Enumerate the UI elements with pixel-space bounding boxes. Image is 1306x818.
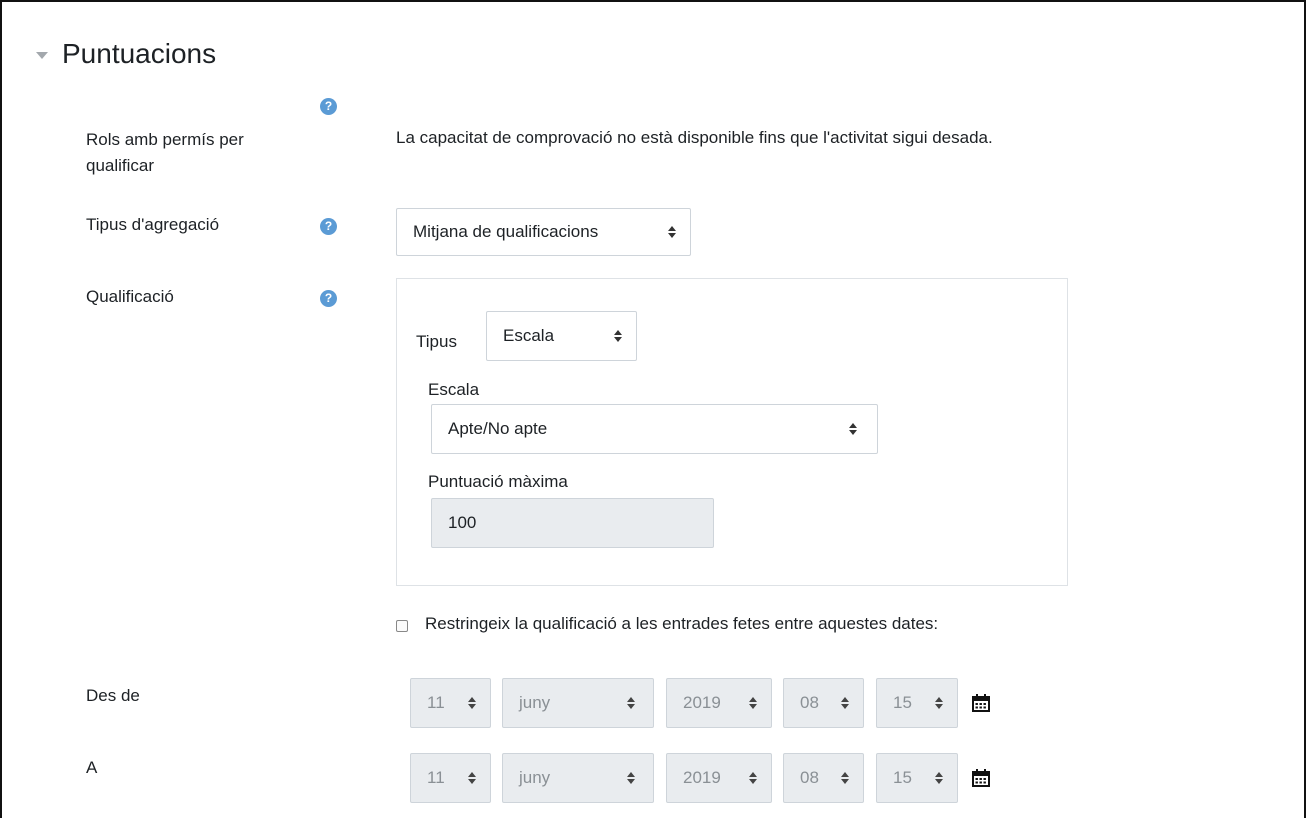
section-header-puntuacions[interactable]: Puntuacions — [36, 38, 216, 70]
from-year-select[interactable]: 2019 — [666, 678, 772, 728]
select-arrows-icon — [468, 697, 476, 709]
select-arrows-icon — [849, 423, 857, 435]
from-hour-select[interactable]: 08 — [783, 678, 864, 728]
to-month-value: juny — [519, 768, 551, 787]
grade-help-icon[interactable]: ? — [320, 290, 337, 307]
roles-label-line1: Rols amb permís per — [86, 130, 244, 149]
to-year-select[interactable]: 2019 — [666, 753, 772, 803]
max-grade-input[interactable]: 100 — [431, 498, 714, 548]
aggregation-select-value: Mitjana de qualificacions — [413, 222, 599, 241]
to-day-select[interactable]: 11 — [410, 753, 491, 803]
to-day-value: 11 — [427, 768, 445, 787]
select-arrows-icon — [749, 772, 757, 784]
to-year-value: 2019 — [683, 768, 721, 787]
from-minute-select[interactable]: 15 — [876, 678, 958, 728]
section-title: Puntuacions — [62, 38, 217, 69]
select-arrows-icon — [627, 697, 635, 709]
from-hour-value: 08 — [800, 693, 819, 712]
select-arrows-icon — [841, 697, 849, 709]
grade-label: Qualificació — [86, 287, 174, 306]
from-day-select[interactable]: 11 — [410, 678, 491, 728]
calendar-icon[interactable] — [972, 694, 990, 712]
scale-value: Apte/No apte — [448, 419, 548, 438]
aggregation-label: Tipus d'agregació — [86, 215, 220, 234]
roles-info-text: La capacitat de comprovació no està disp… — [396, 128, 993, 147]
scale-label: Escala — [428, 380, 480, 399]
to-minute-value: 15 — [893, 768, 912, 787]
from-date-label: Des de — [86, 686, 140, 705]
select-arrows-icon — [668, 226, 676, 238]
scale-select[interactable]: Apte/No apte — [431, 404, 878, 454]
to-date-label: A — [86, 758, 98, 777]
select-arrows-icon — [627, 772, 635, 784]
max-grade-value: 100 — [448, 513, 477, 532]
from-month-select[interactable]: juny — [502, 678, 654, 728]
restrict-dates-label[interactable]: Restringeix la qualificació a les entrad… — [425, 614, 938, 634]
aggregation-help-icon[interactable]: ? — [320, 218, 337, 235]
to-month-select[interactable]: juny — [502, 753, 654, 803]
grade-type-value: Escala — [503, 326, 555, 345]
select-arrows-icon — [841, 772, 849, 784]
from-minute-value: 15 — [893, 693, 912, 712]
collapse-caret-icon[interactable] — [36, 51, 48, 59]
select-arrows-icon — [468, 772, 476, 784]
restrict-dates-checkbox[interactable] — [396, 620, 408, 632]
roles-label: Rols amb permís per qualificar — [86, 127, 244, 179]
from-month-value: juny — [519, 693, 551, 712]
from-day-value: 11 — [427, 693, 445, 712]
select-arrows-icon — [935, 697, 943, 709]
roles-label-line2: qualificar — [86, 156, 155, 175]
to-hour-select[interactable]: 08 — [783, 753, 864, 803]
select-arrows-icon — [935, 772, 943, 784]
to-minute-select[interactable]: 15 — [876, 753, 958, 803]
max-grade-label: Puntuació màxima — [428, 472, 568, 491]
to-hour-value: 08 — [800, 768, 819, 787]
grade-type-select[interactable]: Escala — [486, 311, 637, 361]
calendar-icon[interactable] — [972, 769, 990, 787]
select-arrows-icon — [749, 697, 757, 709]
select-arrows-icon — [614, 330, 622, 342]
aggregation-select[interactable]: Mitjana de qualificacions — [396, 208, 691, 256]
grade-type-label: Tipus — [416, 332, 457, 351]
from-year-value: 2019 — [683, 693, 721, 712]
roles-help-icon[interactable]: ? — [320, 98, 337, 115]
